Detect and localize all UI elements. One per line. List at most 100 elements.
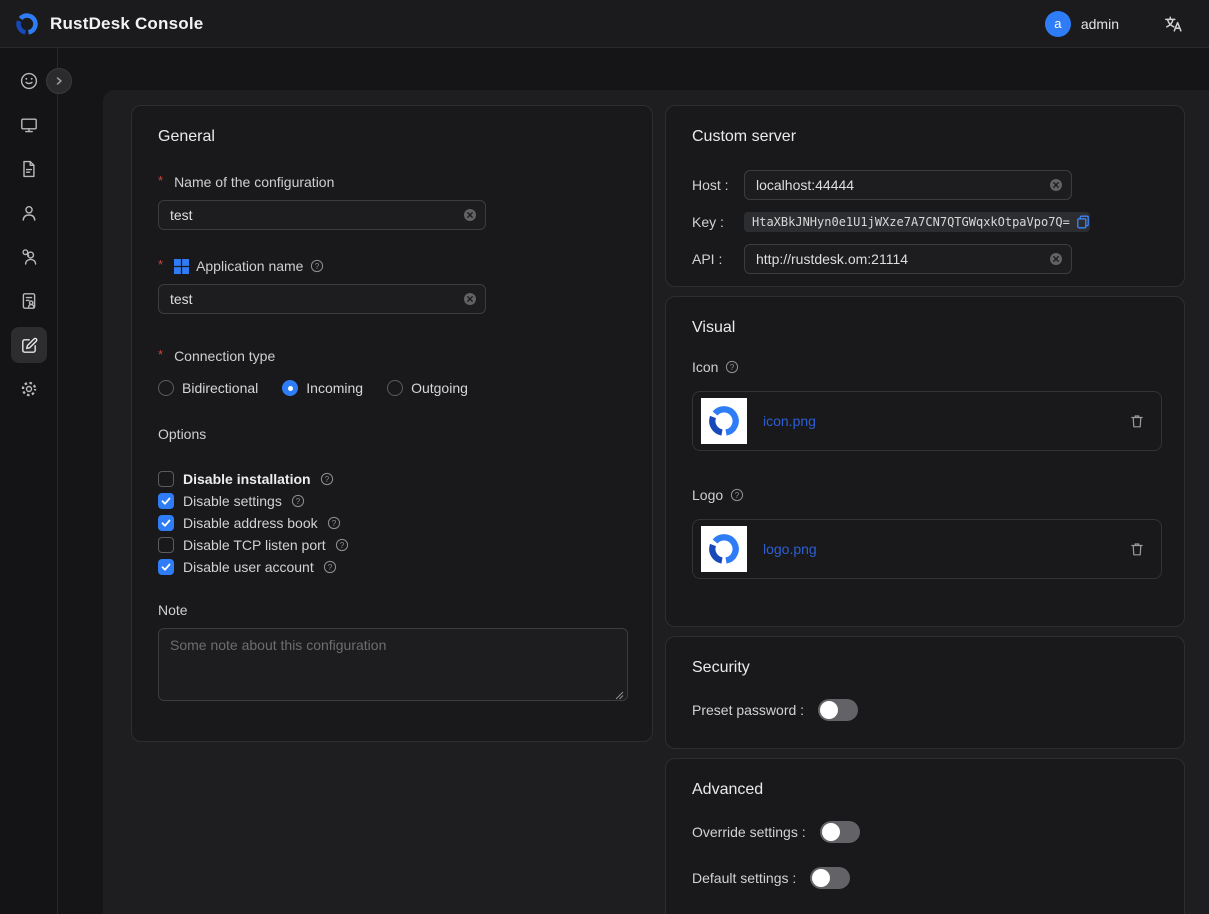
logo-thumbnail: [701, 526, 747, 572]
api-row: API :: [692, 244, 1158, 274]
icon-upload-box: icon.png: [692, 391, 1162, 451]
clear-icon[interactable]: [1049, 178, 1063, 192]
advanced-title: Advanced: [692, 781, 1158, 799]
advanced-card: Advanced Override settings : Default set…: [665, 758, 1185, 914]
default-settings-toggle[interactable]: [810, 867, 850, 889]
trash-icon[interactable]: [1129, 541, 1145, 557]
help-icon[interactable]: ?: [725, 360, 739, 374]
sidebar-nav: [0, 48, 58, 914]
radio-incoming[interactable]: Incoming: [282, 380, 363, 396]
checkbox-box: [158, 537, 174, 553]
windows-icon: [174, 259, 189, 274]
security-title: Security: [692, 659, 1158, 677]
connection-type-label: Connection type: [158, 348, 626, 364]
user-search-icon: [11, 239, 47, 275]
help-icon[interactable]: ?: [320, 472, 334, 486]
preset-password-row: Preset password :: [692, 699, 1158, 721]
radio-dot: [387, 380, 403, 396]
top-bar: RustDesk Console a admin: [0, 0, 1209, 48]
help-icon[interactable]: ?: [327, 516, 341, 530]
main-content: General Name of the configuration Applic…: [103, 90, 1209, 914]
radio-dot: [282, 380, 298, 396]
checkbox-disable-installation[interactable]: Disable installation ?: [158, 468, 626, 490]
api-input[interactable]: [744, 244, 1072, 274]
app-name-label-row: Application name ?: [158, 258, 626, 274]
key-value: HtaXBkJNHyn0e1U1jWXze7A7CN7QTGWqxkOtpaVp…: [752, 215, 1070, 229]
visual-card: Visual Icon ? icon.png: [665, 296, 1185, 627]
document-user-icon: [11, 283, 47, 319]
app-name-input[interactable]: [158, 284, 486, 314]
note-label: Note: [158, 602, 626, 618]
translate-icon[interactable]: [1163, 14, 1183, 34]
sidebar-item-documents[interactable]: [0, 147, 58, 191]
key-row: Key : HtaXBkJNHyn0e1U1jWXze7A7CN7QTGWqxk…: [692, 212, 1158, 232]
username[interactable]: admin: [1081, 16, 1119, 32]
preset-password-toggle[interactable]: [818, 699, 858, 721]
svg-text:?: ?: [324, 475, 329, 484]
config-name-input[interactable]: [158, 200, 486, 230]
general-title: General: [158, 128, 626, 146]
host-field: [744, 170, 1072, 200]
checkbox-disable-tcp-listen-port[interactable]: Disable TCP listen port ?: [158, 534, 626, 556]
host-input[interactable]: [744, 170, 1072, 200]
help-icon[interactable]: ?: [310, 259, 324, 273]
radio-outgoing[interactable]: Outgoing: [387, 380, 468, 396]
host-label: Host :: [692, 177, 744, 193]
logo-label-row: Logo ?: [692, 487, 1158, 503]
checkbox-disable-user-account[interactable]: Disable user account ?: [158, 556, 626, 578]
icon-label: Icon: [692, 359, 718, 375]
right-column: Custom server Host : Key : HtaXBkJNHyn0e…: [665, 105, 1185, 914]
svg-text:?: ?: [735, 491, 740, 500]
preset-password-label: Preset password :: [692, 702, 804, 718]
clear-icon[interactable]: [463, 292, 477, 306]
sidebar-item-custom-client[interactable]: [0, 323, 58, 367]
edit-icon: [11, 327, 47, 363]
app-name-field: [158, 284, 486, 314]
override-settings-toggle[interactable]: [820, 821, 860, 843]
sidebar-expand-button[interactable]: [46, 68, 72, 94]
user-icon: [11, 195, 47, 231]
sidebar-item-audit-log[interactable]: [0, 279, 58, 323]
sidebar-item-user-groups[interactable]: [0, 235, 58, 279]
svg-text:?: ?: [328, 563, 333, 572]
radio-bidirectional[interactable]: Bidirectional: [158, 380, 258, 396]
copy-icon[interactable]: [1076, 215, 1090, 229]
sidebar-item-devices[interactable]: [0, 103, 58, 147]
config-name-label: Name of the configuration: [158, 174, 626, 190]
clear-icon[interactable]: [463, 208, 477, 222]
default-settings-row: Default settings :: [692, 867, 1158, 889]
custom-server-card: Custom server Host : Key : HtaXBkJNHyn0e…: [665, 105, 1185, 287]
help-icon[interactable]: ?: [335, 538, 349, 552]
svg-text:?: ?: [331, 519, 336, 528]
help-icon[interactable]: ?: [291, 494, 305, 508]
trash-icon[interactable]: [1129, 413, 1145, 429]
svg-text:?: ?: [730, 363, 735, 372]
checkbox-box: [158, 471, 174, 487]
custom-server-title: Custom server: [692, 128, 1158, 146]
options-label: Options: [158, 426, 626, 442]
key-label: Key :: [692, 214, 744, 230]
logo-label: Logo: [692, 487, 723, 503]
checkbox-disable-address-book[interactable]: Disable address book ?: [158, 512, 626, 534]
help-icon[interactable]: ?: [323, 560, 337, 574]
api-field: [744, 244, 1072, 274]
logo-file-link[interactable]: logo.png: [763, 541, 1113, 557]
avatar[interactable]: a: [1045, 11, 1071, 37]
checkbox-box: [158, 493, 174, 509]
clear-icon[interactable]: [1049, 252, 1063, 266]
note-textarea[interactable]: [158, 628, 628, 701]
app-name-label: Application name: [196, 258, 303, 274]
checkbox-disable-settings[interactable]: Disable settings ?: [158, 490, 626, 512]
general-card: General Name of the configuration Applic…: [131, 105, 653, 742]
visual-title: Visual: [692, 319, 1158, 337]
help-icon[interactable]: ?: [730, 488, 744, 502]
sidebar-item-users[interactable]: [0, 191, 58, 235]
sidebar-item-settings[interactable]: [0, 367, 58, 411]
host-row: Host :: [692, 170, 1158, 200]
connection-type-radios: Bidirectional Incoming Outgoing: [158, 380, 626, 396]
checkbox-box: [158, 559, 174, 575]
radio-dot: [158, 380, 174, 396]
icon-file-link[interactable]: icon.png: [763, 413, 1113, 429]
key-value-box: HtaXBkJNHyn0e1U1jWXze7A7CN7QTGWqxkOtpaVp…: [744, 212, 1090, 232]
app-title: RustDesk Console: [50, 14, 203, 34]
